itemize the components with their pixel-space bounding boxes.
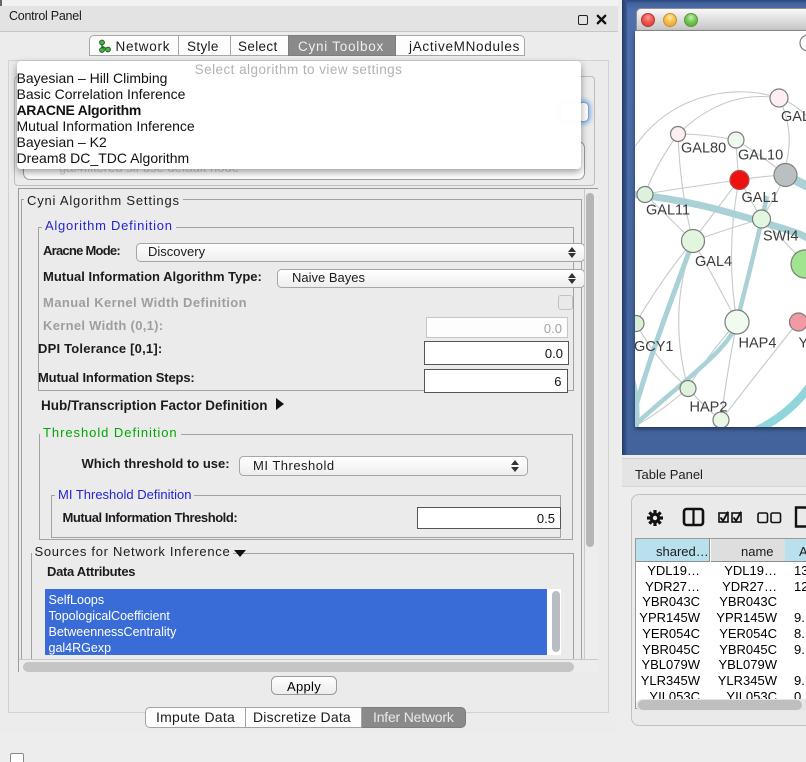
svg-text:GAL1: GAL1 xyxy=(742,190,779,206)
svg-text:GCY1: GCY1 xyxy=(635,339,674,355)
svg-text:GAL10: GAL10 xyxy=(738,148,783,164)
svg-text:GAL4: GAL4 xyxy=(695,254,732,270)
svg-text:SWI4: SWI4 xyxy=(763,229,798,245)
svg-text:HAP4: HAP4 xyxy=(739,336,777,352)
svg-text:GAL2: GAL2 xyxy=(781,109,806,125)
svg-text:HAP2: HAP2 xyxy=(690,400,728,416)
svg-text:GAL80: GAL80 xyxy=(681,141,726,157)
svg-text:YJL: YJL xyxy=(799,336,806,352)
svg-text:GAL11: GAL11 xyxy=(646,203,690,219)
